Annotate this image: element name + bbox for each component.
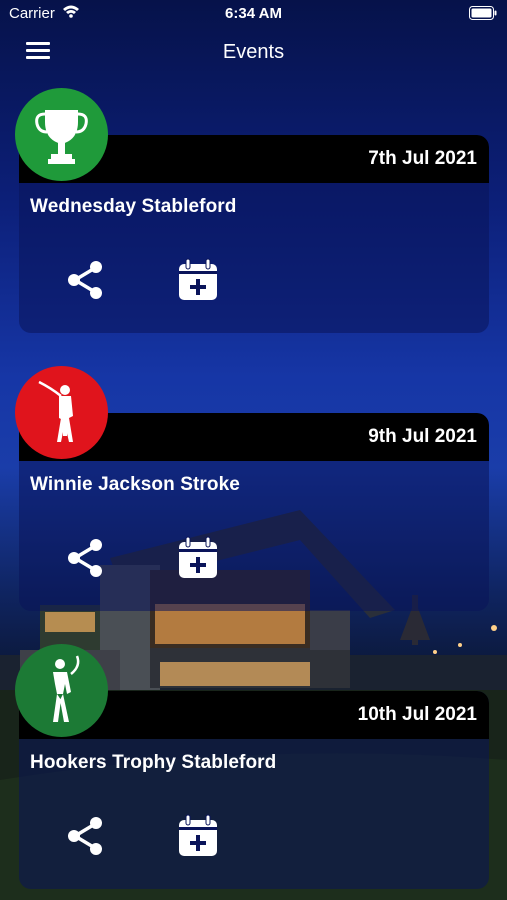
event-badge (15, 366, 108, 459)
trophy-icon (35, 110, 88, 164)
female-golfer-icon (38, 380, 73, 442)
page-title: Events (222, 41, 285, 63)
navigation-bar: Events (0, 34, 507, 74)
status-bar: Carrier 6:34 AM (0, 0, 507, 28)
share-icon[interactable] (65, 536, 105, 580)
add-to-calendar-icon[interactable] (177, 536, 219, 580)
event-name: Winnie Jackson Stroke (30, 474, 240, 495)
event-date: 10th Jul 2021 (357, 704, 477, 725)
event-date: 7th Jul 2021 (368, 148, 477, 169)
battery-icon (469, 6, 497, 20)
event-badge (15, 88, 108, 181)
event-badge (15, 644, 108, 737)
event-date: 9th Jul 2021 (368, 426, 477, 447)
share-icon[interactable] (65, 814, 105, 858)
share-icon[interactable] (65, 258, 105, 302)
add-to-calendar-icon[interactable] (177, 814, 219, 858)
status-time: 6:34 AM (225, 5, 282, 22)
event-name: Hookers Trophy Stableford (30, 752, 277, 773)
male-golfer-icon (53, 655, 80, 722)
add-to-calendar-icon[interactable] (177, 258, 219, 302)
event-name: Wednesday Stableford (30, 196, 237, 217)
